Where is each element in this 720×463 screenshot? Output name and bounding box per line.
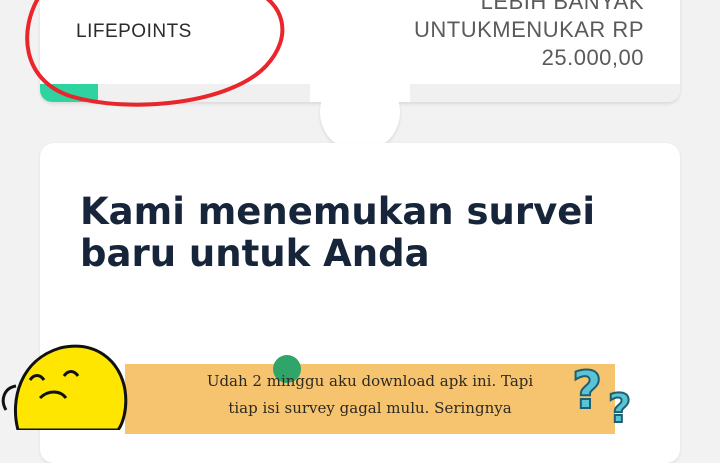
svg-text:?: ? — [572, 361, 602, 421]
comment-text: Udah 2 minggu aku download apk ini. Tapi… — [130, 368, 610, 422]
yellow-face-sticker-icon — [1, 344, 128, 430]
points-label: LIFEPOINTS — [76, 21, 192, 42]
survey-title: Kami menemukan survei baru untuk Anda — [80, 190, 596, 275]
redeem-line-1: LEBIH BANYAK — [480, 0, 644, 14]
card-connector-cover — [310, 60, 410, 102]
comment-line-2: tiap isi survey gagal mulu. Seringnya — [228, 399, 512, 417]
comment-line-1: Udah 2 minggu aku download apk ini. Tapi — [206, 372, 534, 390]
svg-text:?: ? — [608, 386, 631, 426]
question-marks-icon: ? ? — [571, 360, 632, 426]
progress-fill — [40, 84, 98, 102]
redeem-line-2: UNTUKMENUKAR RP — [414, 17, 644, 42]
